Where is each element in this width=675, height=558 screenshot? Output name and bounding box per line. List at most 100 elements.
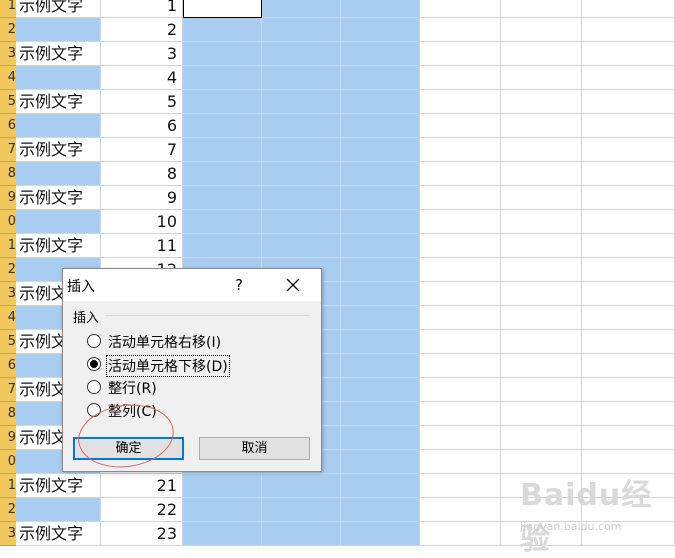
cell[interactable] xyxy=(582,42,675,66)
cell[interactable] xyxy=(183,474,262,498)
cell[interactable] xyxy=(420,18,501,42)
cell[interactable] xyxy=(262,18,341,42)
row-header[interactable]: 6 xyxy=(0,114,16,138)
row-header[interactable]: 3 xyxy=(0,282,16,306)
cell[interactable] xyxy=(341,426,420,450)
cell[interactable] xyxy=(262,210,341,234)
row-header[interactable]: 3 xyxy=(0,522,16,546)
cell[interactable] xyxy=(420,162,501,186)
cell[interactable] xyxy=(262,42,341,66)
cell[interactable] xyxy=(420,66,501,90)
option-shift-right[interactable]: 活动单元格右移(I) xyxy=(87,331,287,351)
cancel-button[interactable]: 取消 xyxy=(199,437,310,460)
cell[interactable] xyxy=(183,42,262,66)
cell[interactable] xyxy=(183,210,262,234)
radio-entire-row[interactable] xyxy=(87,380,101,394)
cell[interactable] xyxy=(341,354,420,378)
cell[interactable] xyxy=(341,114,420,138)
cell[interactable] xyxy=(501,90,582,114)
row-header[interactable]: 7 xyxy=(0,138,16,162)
row-header[interactable]: 7 xyxy=(0,378,16,402)
cell[interactable] xyxy=(341,210,420,234)
cell[interactable] xyxy=(183,138,262,162)
cell[interactable] xyxy=(501,234,582,258)
cell[interactable] xyxy=(501,210,582,234)
cell-b[interactable]: 7 xyxy=(101,138,183,162)
cell[interactable] xyxy=(582,306,675,330)
row-header[interactable]: 5 xyxy=(0,90,16,114)
cell[interactable] xyxy=(420,42,501,66)
cell[interactable] xyxy=(183,90,262,114)
cell[interactable] xyxy=(262,90,341,114)
cell[interactable] xyxy=(501,114,582,138)
row-header[interactable]: 1 xyxy=(0,474,16,498)
row-header[interactable]: 9 xyxy=(0,426,16,450)
cell[interactable] xyxy=(341,138,420,162)
cell[interactable] xyxy=(420,258,501,282)
cell[interactable] xyxy=(262,114,341,138)
cell[interactable] xyxy=(582,138,675,162)
cell-a[interactable]: 示例文字 xyxy=(16,138,101,162)
cell[interactable] xyxy=(582,402,675,426)
cell[interactable] xyxy=(582,90,675,114)
cell[interactable] xyxy=(420,450,501,474)
row-header[interactable]: 1 xyxy=(0,234,16,258)
cell[interactable] xyxy=(501,0,582,18)
cell-a[interactable] xyxy=(16,114,101,138)
cell[interactable] xyxy=(582,66,675,90)
cell[interactable] xyxy=(582,0,675,18)
cell-a[interactable]: 示例文字 xyxy=(16,90,101,114)
cell[interactable] xyxy=(420,378,501,402)
cell[interactable] xyxy=(582,18,675,42)
cell[interactable] xyxy=(582,354,675,378)
cell[interactable] xyxy=(582,426,675,450)
cell[interactable] xyxy=(341,0,420,18)
cell[interactable] xyxy=(262,498,341,522)
cell[interactable] xyxy=(420,354,501,378)
cell[interactable] xyxy=(183,66,262,90)
cell[interactable] xyxy=(341,234,420,258)
cell[interactable] xyxy=(420,282,501,306)
cell[interactable] xyxy=(501,186,582,210)
cell[interactable] xyxy=(582,282,675,306)
row-header[interactable]: 9 xyxy=(0,186,16,210)
cell[interactable] xyxy=(183,114,262,138)
cell[interactable] xyxy=(420,474,501,498)
cell[interactable] xyxy=(582,210,675,234)
cell[interactable] xyxy=(501,18,582,42)
cell[interactable] xyxy=(262,522,341,546)
cell-a[interactable] xyxy=(16,210,101,234)
cell[interactable] xyxy=(501,330,582,354)
cell[interactable] xyxy=(341,42,420,66)
cell[interactable] xyxy=(420,306,501,330)
cell[interactable] xyxy=(183,186,262,210)
cell[interactable] xyxy=(420,186,501,210)
cell[interactable] xyxy=(420,426,501,450)
cell[interactable] xyxy=(420,90,501,114)
cell[interactable] xyxy=(262,162,341,186)
cell[interactable] xyxy=(420,498,501,522)
cell-b[interactable]: 1 xyxy=(101,0,183,18)
cell[interactable] xyxy=(582,234,675,258)
cell[interactable] xyxy=(262,66,341,90)
cell[interactable] xyxy=(262,138,341,162)
cell[interactable] xyxy=(341,306,420,330)
cell[interactable] xyxy=(341,66,420,90)
cell[interactable] xyxy=(341,90,420,114)
cell[interactable] xyxy=(501,138,582,162)
cell-a[interactable] xyxy=(16,66,101,90)
cell[interactable] xyxy=(501,258,582,282)
cell[interactable] xyxy=(582,378,675,402)
cell[interactable] xyxy=(501,402,582,426)
cell[interactable] xyxy=(582,162,675,186)
cell[interactable] xyxy=(501,306,582,330)
cell[interactable] xyxy=(183,498,262,522)
row-header[interactable]: 2 xyxy=(0,18,16,42)
cell[interactable] xyxy=(582,114,675,138)
cell-b[interactable]: 5 xyxy=(101,90,183,114)
option-entire-row[interactable]: 整行(R) xyxy=(87,377,287,397)
cell[interactable] xyxy=(501,66,582,90)
cell[interactable] xyxy=(420,522,501,546)
cell[interactable] xyxy=(341,450,420,474)
cell[interactable] xyxy=(341,330,420,354)
